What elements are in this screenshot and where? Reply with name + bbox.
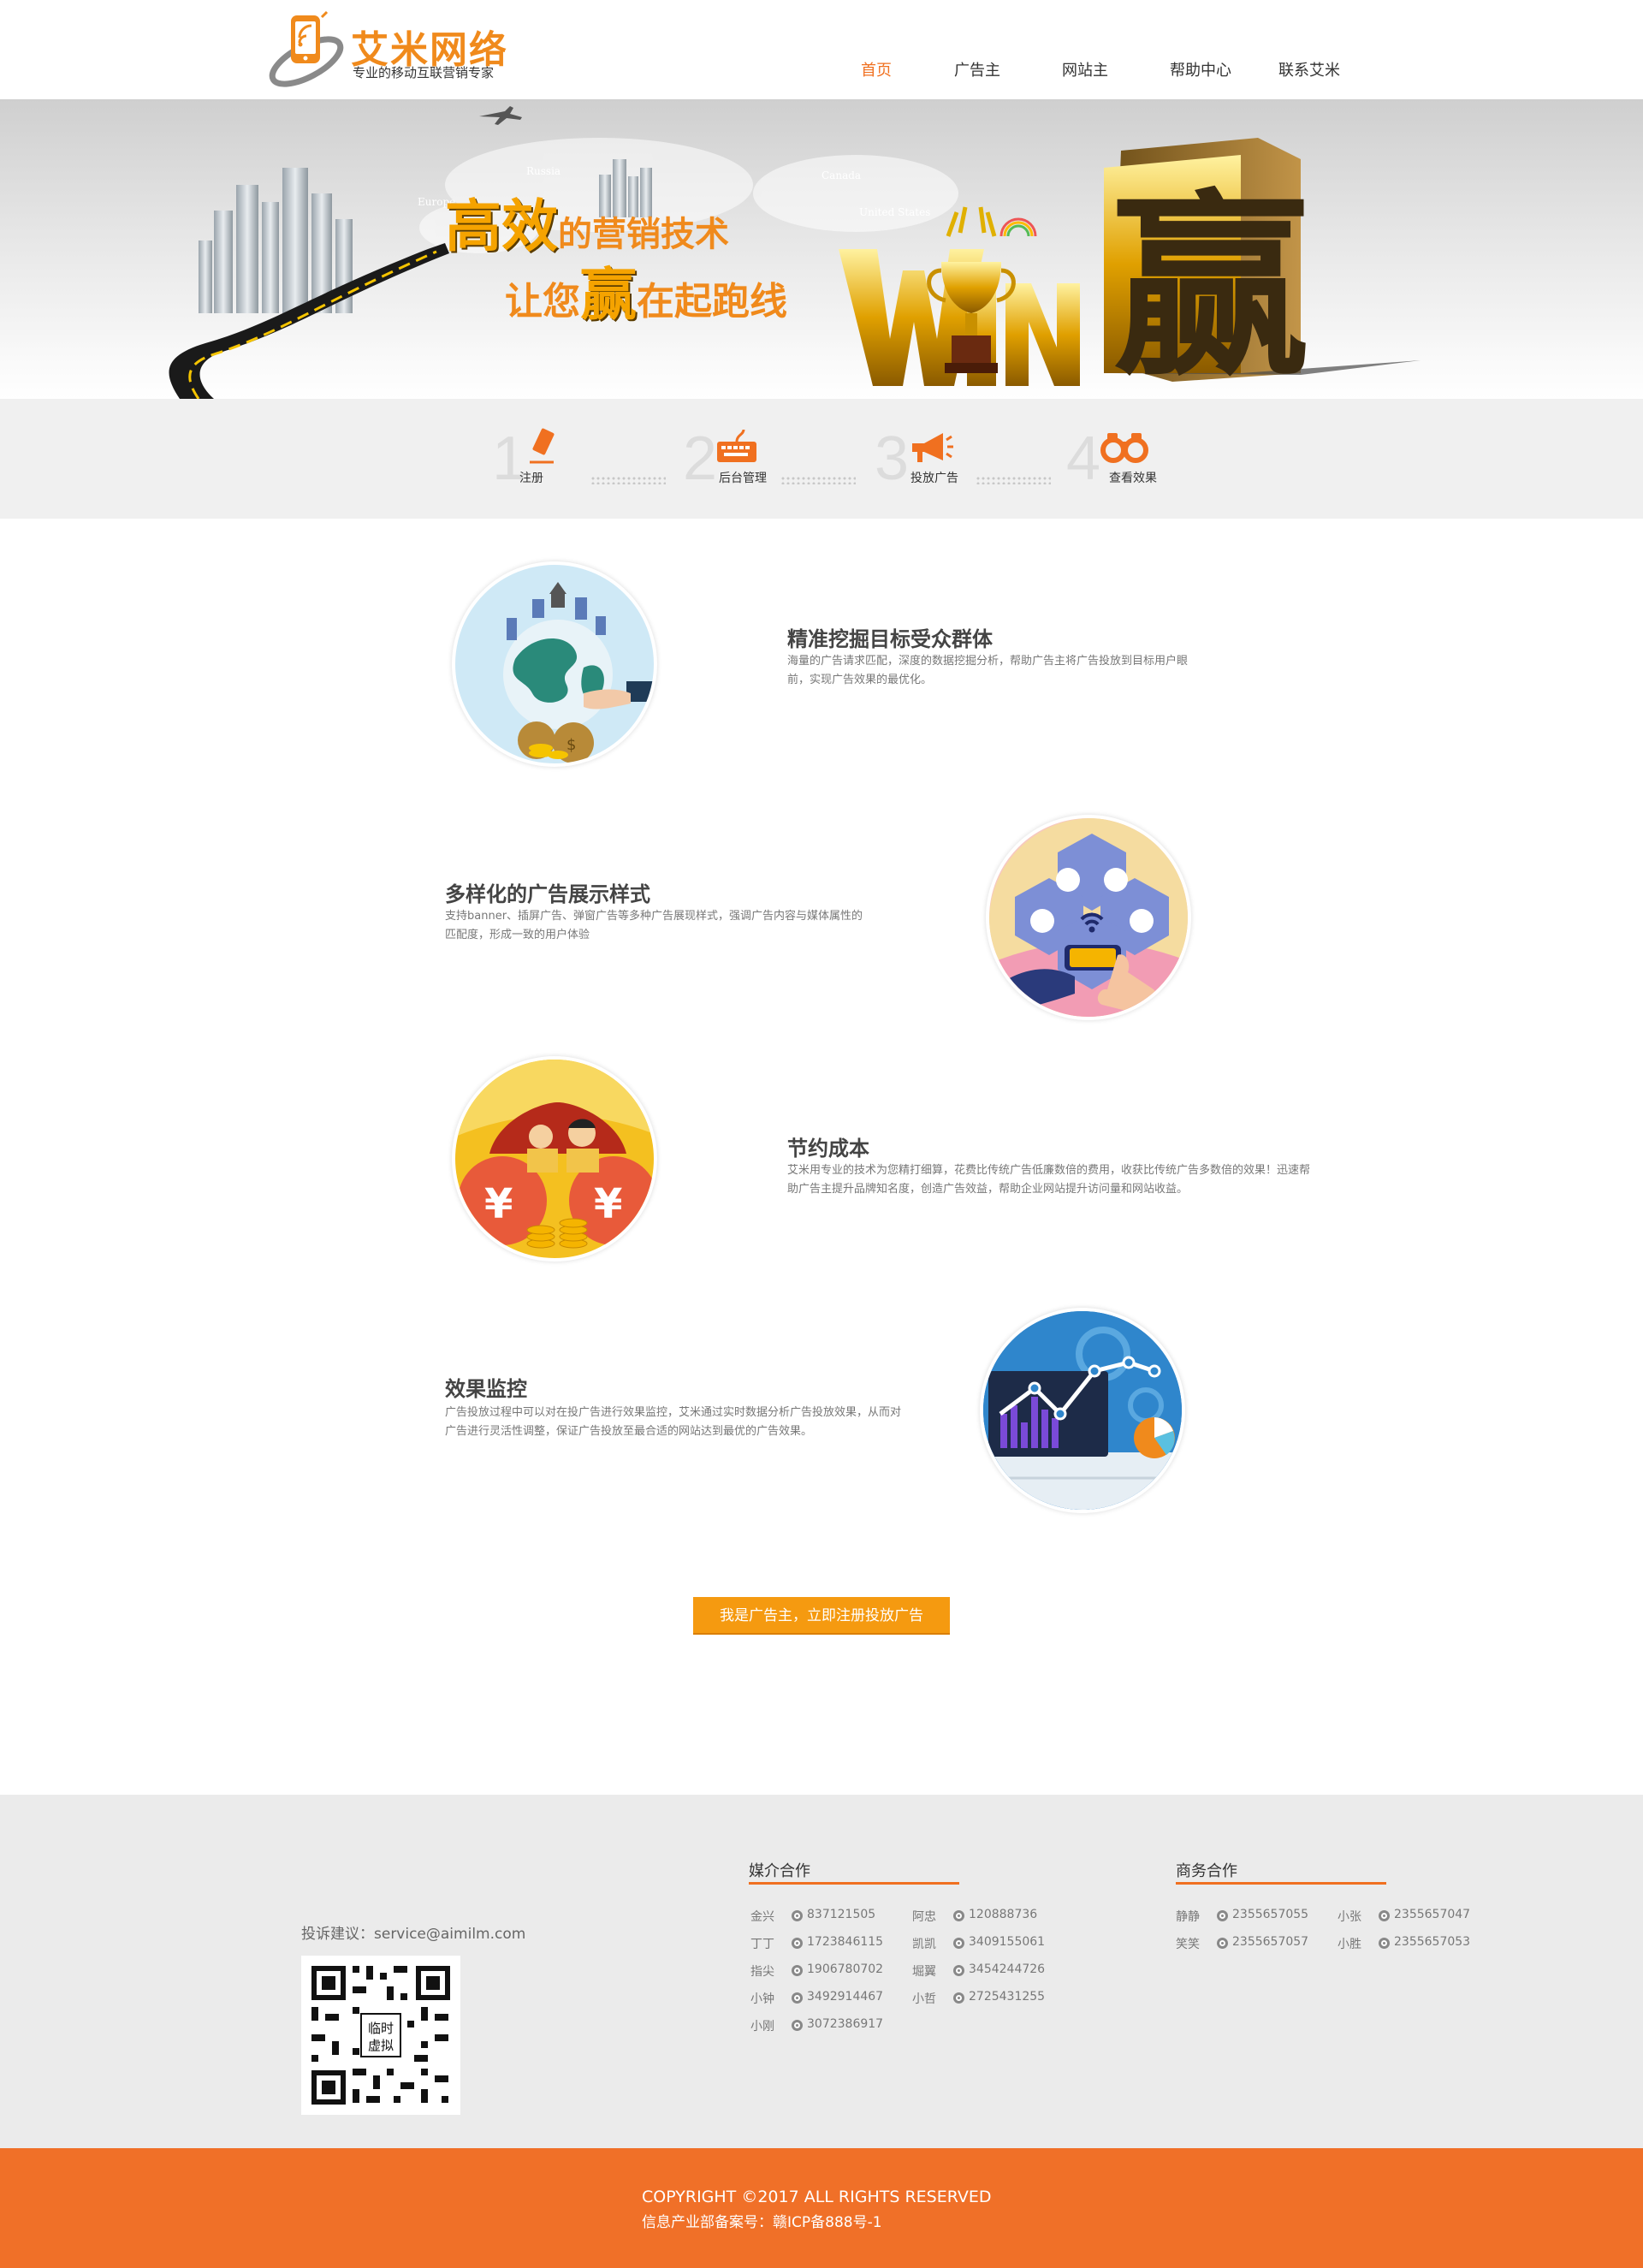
qq-icon [792, 1992, 803, 2004]
site-footer: 投诉建议：service@aimilm.com 临时 虚拟 媒介合作 金兴 83… [0, 1795, 1643, 2148]
process-steps: 1 注册 2 后台管理 3 投放广告 4 查看效果 [0, 399, 1643, 519]
hero-headline-pre: 让您 [505, 280, 580, 324]
phone-logo-icon [269, 10, 344, 87]
feature-desc-monitoring: 广告投放过程中可以对在投广告进行效果监控，艾米通过实时数据分析广告投放效果，从而… [445, 1406, 902, 1438]
map-label-canada: Canada [822, 169, 861, 181]
qq-icon [1379, 1910, 1390, 1921]
business-title-underline [1176, 1882, 1386, 1885]
qq-icon [792, 2020, 803, 2031]
svg-text:$: $ [566, 736, 576, 754]
analytics-chart-icon [983, 1311, 1182, 1510]
logo[interactable]: 艾米网络 专业的移动互联营销专家 [265, 9, 513, 94]
qr-label-1: 临时 [368, 2021, 394, 2036]
media-cooperation-title: 媒介合作 [749, 1862, 810, 1880]
step-number: 2 [683, 425, 718, 493]
qr-code-icon: 临时 虚拟 [301, 1956, 460, 2115]
step-divider [590, 476, 666, 484]
qq-icon [1217, 1910, 1228, 1921]
business-cooperation-title: 商务合作 [1176, 1862, 1237, 1880]
step-results: 4 查看效果 [1066, 425, 1237, 493]
feature-image-monitoring [980, 1308, 1185, 1513]
win-character: 赢 [1112, 175, 1309, 399]
airplane-icon [479, 106, 522, 125]
step-label: 后台管理 [719, 472, 767, 485]
hero-banner: 赢 Russia Europe Canada United States 高效的… [0, 99, 1643, 399]
hero-headline-win: 赢 [580, 262, 637, 328]
svg-text:¥: ¥ [484, 1180, 513, 1228]
copyright-bar: COPYRIGHT ©2017 ALL RIGHTS RESERVED 信息产业… [0, 2148, 1643, 2268]
keyboard-icon [717, 429, 756, 462]
qq-icon [792, 1965, 803, 1976]
money-bags-icon: ¥ ¥ [455, 1060, 654, 1249]
qq-icon [792, 1910, 803, 1921]
brand-slogan: 专业的移动互联营销专家 [353, 65, 495, 80]
step-label: 投放广告 [910, 472, 958, 485]
win-character-3d-icon: 赢 [1104, 138, 1421, 399]
feature-title-cost: 节约成本 [787, 1137, 869, 1161]
qq-icon [1217, 1938, 1228, 1949]
feature-desc-formats: 支持banner、插屏广告、弹窗广告等多种广告展现样式，强调广告内容与媒体属性的… [445, 910, 863, 941]
step-divider [780, 476, 856, 484]
register-advertiser-button[interactable]: 我是广告主，立即注册投放广告 [693, 1597, 950, 1635]
svg-text:¥: ¥ [594, 1180, 622, 1228]
feature-title-monitoring: 效果监控 [445, 1377, 527, 1401]
media-title-underline [749, 1882, 959, 1885]
step-number: 3 [875, 425, 910, 493]
feature-desc-targeting: 海量的广告请求匹配，深度的数据挖掘分析，帮助广告主将广告投放到目标用户眼前，实现… [787, 655, 1189, 686]
pencil-icon [530, 428, 555, 464]
nav-contact[interactable]: 联系艾米 [1278, 58, 1340, 80]
feature-title-formats: 多样化的广告展示样式 [445, 882, 650, 906]
step-label: 查看效果 [1109, 472, 1157, 485]
qq-icon [1379, 1938, 1390, 1949]
feature-image-cost: ¥ ¥ [452, 1056, 657, 1262]
map-label-russia: Russia [526, 165, 561, 177]
feature-image-formats [986, 815, 1191, 1020]
binoculars-icon [1100, 433, 1148, 463]
megaphone-icon [912, 433, 953, 462]
qq-icon [792, 1938, 803, 1949]
copyright-text: COPYRIGHT ©2017 ALL RIGHTS RESERVED [642, 2188, 992, 2206]
map-label-united-states: United States [859, 206, 930, 218]
site-header: 艾米网络 专业的移动互联营销专家 首页 广告主 网站主 帮助中心 联系艾米 [0, 0, 1643, 99]
nav-advertisers[interactable]: 广告主 [954, 58, 1000, 80]
feature-title-targeting: 精准挖掘目标受众群体 [787, 627, 993, 651]
icp-record[interactable]: 信息产业部备案号：赣ICP备888号-1 [642, 2210, 882, 2231]
qq-icon [953, 1938, 964, 1949]
qr-label-2: 虚拟 [368, 2038, 394, 2053]
qr-code: 临时 虚拟 [301, 1956, 460, 2115]
feature-desc-cost: 艾米用专业的技术为您精打细算，花费比传统广告低廉数倍的费用，收获比传统广告多数倍… [787, 1164, 1311, 1196]
win-trophy-icon [839, 206, 1080, 386]
step-label: 注册 [519, 472, 543, 485]
nav-home[interactable]: 首页 [861, 58, 892, 80]
complaint-email[interactable]: 投诉建议：service@aimilm.com [301, 1921, 525, 1943]
qq-icon [953, 1965, 964, 1976]
step-divider [976, 476, 1051, 484]
globe-money-icon: $ [503, 582, 654, 763]
hexagon-touch-icon [989, 818, 1188, 1017]
nav-publishers[interactable]: 网站主 [1062, 58, 1108, 80]
qq-icon [953, 1910, 964, 1921]
feature-image-targeting: $ [452, 561, 657, 767]
step-number: 4 [1066, 425, 1101, 493]
qq-icon [953, 1992, 964, 2004]
banner-illustration: 赢 Russia Europe Canada United States [169, 106, 1421, 399]
nav-help-center[interactable]: 帮助中心 [1170, 58, 1231, 80]
hero-headline-post: 在起跑线 [637, 280, 787, 324]
hero-headline-line2: 让您赢在起跑线 [505, 249, 787, 331]
